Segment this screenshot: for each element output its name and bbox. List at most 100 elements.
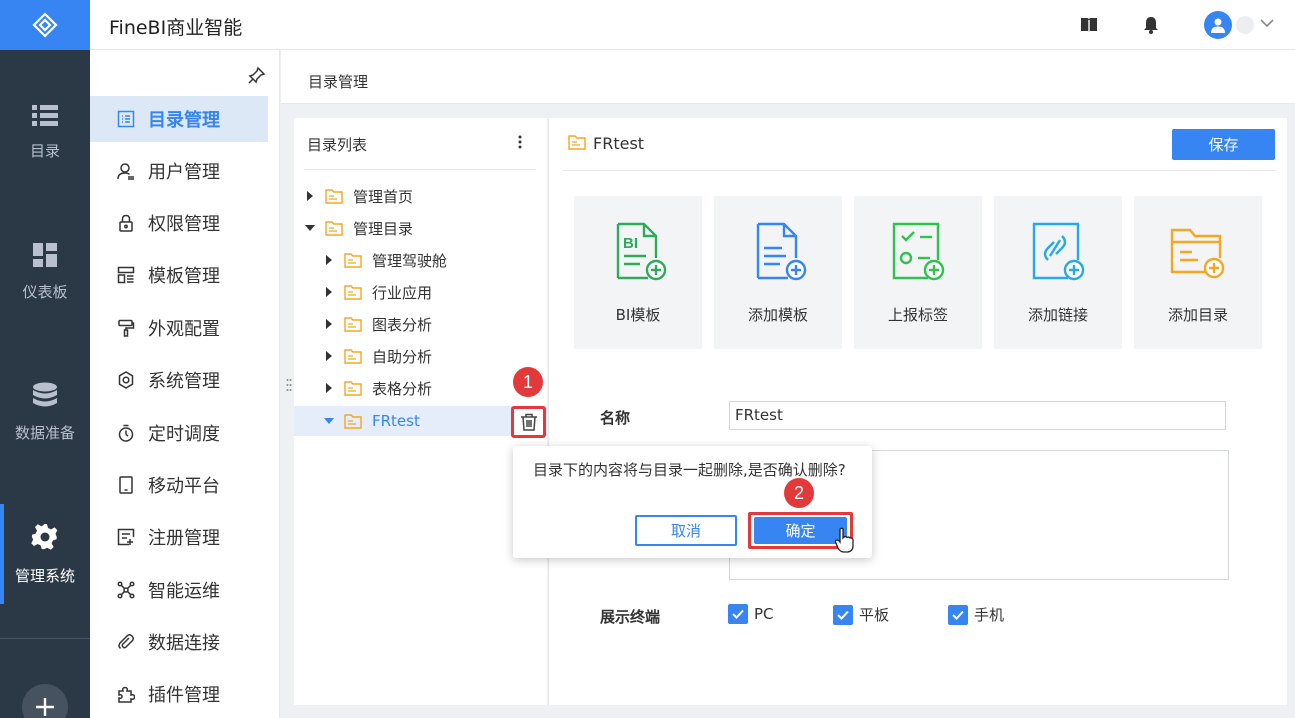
tree-item-cockpit[interactable]: 管理驾驶舱 <box>323 246 447 274</box>
caret-down-icon[interactable] <box>323 415 335 427</box>
tile-label: 添加链接 <box>1027 306 1088 324</box>
delete-button[interactable] <box>511 406 546 438</box>
rail-item-dashboard[interactable]: 仪表板 <box>0 222 90 322</box>
rail-item-catalog[interactable]: 目录 <box>0 82 90 182</box>
name-label: 名称 <box>600 409 631 427</box>
rail-label: 目录 <box>29 141 60 160</box>
rail-label: 数据准备 <box>14 423 75 442</box>
tree-item-admin-home[interactable]: 管理首页 <box>304 182 413 210</box>
detail-title: FRtest <box>593 134 645 153</box>
add-icon[interactable] <box>22 684 68 718</box>
bell-icon[interactable] <box>1143 16 1159 34</box>
user-icon <box>1211 18 1225 33</box>
menu-item-permission[interactable]: 权限管理 <box>90 200 268 246</box>
checkbox-checked-icon[interactable] <box>948 604 968 625</box>
catalog-detail-panel: FRtest 保存 BI BI模板 添加模板 上报标签 添加链接 添加目录 名称… <box>549 118 1287 705</box>
tile-add-template[interactable]: 添加模板 <box>714 196 842 349</box>
settings-icon <box>116 370 136 390</box>
menu-item-registration[interactable]: 注册管理 <box>90 514 268 560</box>
database-icon <box>33 382 57 406</box>
menu-item-system[interactable]: 系统管理 <box>90 357 268 403</box>
name-input[interactable]: FRtest <box>729 401 1226 430</box>
divider <box>304 169 536 170</box>
tile-add-folder[interactable]: 添加目录 <box>1134 196 1262 349</box>
book-icon[interactable] <box>1080 17 1098 33</box>
avatar[interactable] <box>1204 11 1232 39</box>
caret-down-icon[interactable] <box>304 222 316 234</box>
tile-label: 上报标签 <box>887 306 948 324</box>
logo-icon[interactable] <box>0 0 90 50</box>
checkbox-checked-icon[interactable] <box>833 604 853 625</box>
rail-label: 仪表板 <box>22 282 68 301</box>
menu-item-template[interactable]: 模板管理 <box>90 252 268 298</box>
paperclip-icon <box>116 632 136 652</box>
caret-right-icon[interactable] <box>323 254 335 266</box>
checkbox-checked-icon[interactable] <box>728 604 748 624</box>
tile-add-link[interactable]: 添加链接 <box>994 196 1122 349</box>
menu-item-data-connection[interactable]: 数据连接 <box>90 619 268 665</box>
terminal-tablet-checkbox[interactable]: 平板 <box>833 604 889 625</box>
chevron-down-icon[interactable] <box>1260 19 1274 28</box>
rail-item-data-prep[interactable]: 数据准备 <box>0 362 90 462</box>
breadcrumb: 目录管理 <box>308 73 369 91</box>
tree-label: 行业应用 <box>372 283 433 302</box>
menu-item-plugin[interactable]: 插件管理 <box>90 671 268 717</box>
caret-right-icon[interactable] <box>323 318 335 330</box>
save-button[interactable]: 保存 <box>1172 129 1275 160</box>
breadcrumb-bar: 目录管理 <box>281 50 1295 104</box>
report-tag-icon <box>892 222 945 281</box>
tile-report-tag[interactable]: 上报标签 <box>854 196 982 349</box>
more-vertical-icon[interactable] <box>516 133 524 151</box>
list-icon <box>32 104 58 126</box>
admin-menu: 目录管理 用户管理 权限管理 模板管理 外观配置 系统管理 定时调度 移动平台 … <box>90 50 280 718</box>
checkbox-label: 手机 <box>974 606 1005 624</box>
rail-item-admin-system[interactable]: 管理系统 <box>0 504 90 604</box>
menu-item-catalog[interactable]: 目录管理 <box>90 96 268 142</box>
caret-right-icon[interactable] <box>304 190 316 202</box>
checkbox-label: PC <box>754 605 774 623</box>
tree-item-admin-catalog[interactable]: 管理目录 <box>304 214 413 242</box>
username-redacted <box>1236 16 1254 34</box>
menu-item-mobile[interactable]: 移动平台 <box>90 462 268 508</box>
register-icon <box>116 527 136 547</box>
folder-icon <box>344 252 362 268</box>
puzzle-icon <box>116 684 136 704</box>
menu-item-user[interactable]: 用户管理 <box>90 148 268 194</box>
folder-icon <box>344 348 362 364</box>
folder-icon <box>344 316 362 332</box>
tree-item-chart-analysis[interactable]: 图表分析 <box>323 310 432 338</box>
paint-roller-icon <box>116 318 136 338</box>
tile-label: BI模板 <box>615 306 661 324</box>
tree-item-table-analysis[interactable]: 表格分析 <box>323 374 432 402</box>
tree-label: 管理首页 <box>353 187 414 206</box>
caret-right-icon[interactable] <box>323 286 335 298</box>
menu-label: 定时调度 <box>148 424 220 445</box>
menu-item-ops[interactable]: 智能运维 <box>90 567 268 613</box>
caret-right-icon[interactable] <box>323 382 335 394</box>
caret-right-icon[interactable] <box>323 350 335 362</box>
cancel-button[interactable]: 取消 <box>635 515 737 546</box>
top-header: FineBI商业智能 <box>90 0 1295 50</box>
dashboard-icon <box>33 242 57 267</box>
catalog-icon <box>116 109 136 129</box>
rail-label: 管理系统 <box>14 566 75 585</box>
bi-template-icon: BI <box>616 222 667 281</box>
terminal-pc-checkbox[interactable]: PC <box>728 604 774 624</box>
menu-item-schedule[interactable]: 定时调度 <box>90 410 268 456</box>
terminal-phone-checkbox[interactable]: 手机 <box>948 604 1004 625</box>
lock-icon <box>116 213 136 233</box>
tree-item-frtest[interactable]: FRtest <box>323 407 420 435</box>
catalog-tree-panel: 目录列表 管理首页 管理目录 管理驾驶舱 行业应用 图表分析 自助分析 表格分析 <box>294 118 547 705</box>
pin-icon[interactable] <box>248 66 266 84</box>
terminal-label: 展示终端 <box>600 608 661 626</box>
tree-item-industry[interactable]: 行业应用 <box>323 278 432 306</box>
tree-item-self-service[interactable]: 自助分析 <box>323 342 432 370</box>
menu-label: 智能运维 <box>148 581 220 602</box>
tile-bi-template[interactable]: BI BI模板 <box>574 196 702 349</box>
drag-handle-icon[interactable] <box>286 378 292 392</box>
menu-label: 模板管理 <box>148 266 220 287</box>
folder-icon <box>344 284 362 300</box>
menu-label: 用户管理 <box>148 162 220 183</box>
step-badge-1: 1 <box>513 367 543 397</box>
menu-item-appearance[interactable]: 外观配置 <box>90 305 268 351</box>
